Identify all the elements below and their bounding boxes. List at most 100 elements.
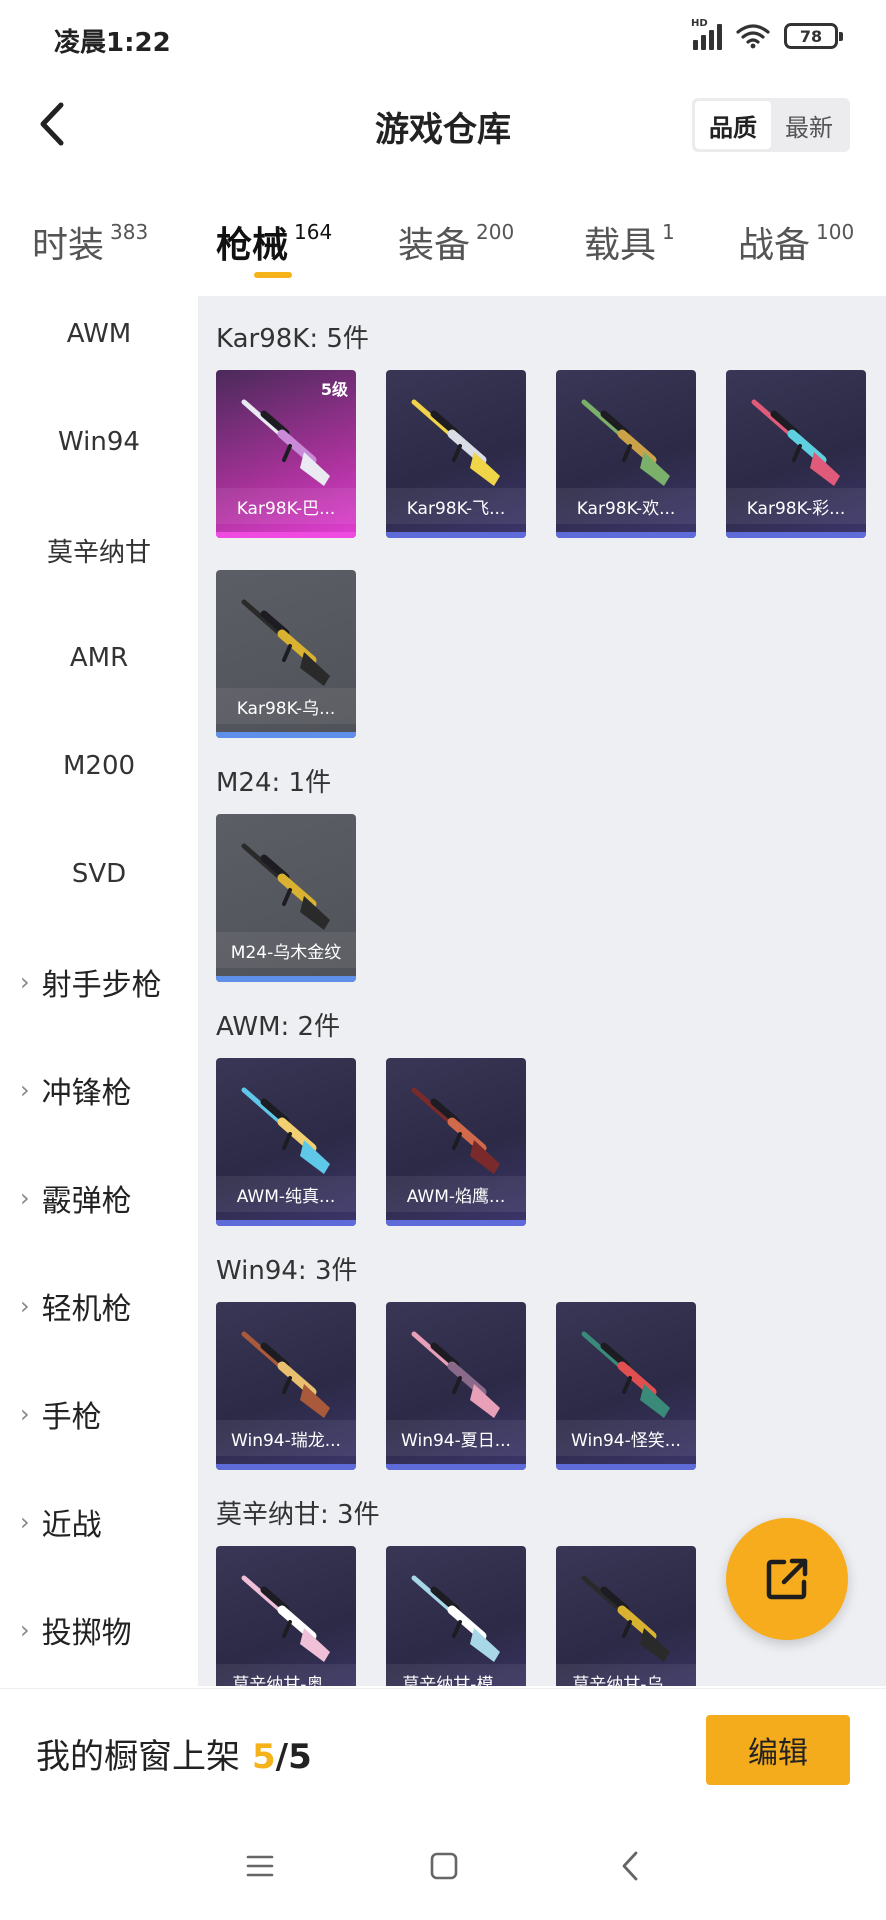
tab-label: 战备 [738, 225, 811, 266]
item-card[interactable]: Win94-瑞龙... [216, 1302, 356, 1470]
item-name: AWM-纯真... [216, 1176, 356, 1212]
rifle-icon [581, 1331, 670, 1418]
sort-toggle: 品质 最新 [692, 98, 850, 152]
sidebar-group-smg[interactable]: › 冲锋枪 [20, 1060, 132, 1120]
item-name: Kar98K-乌... [216, 688, 356, 724]
item-name: Kar98K-飞... [386, 488, 526, 524]
tab-guns[interactable]: 枪械 164 [216, 216, 332, 268]
back-nav-button[interactable] [606, 1842, 654, 1890]
tab-count: 100 [816, 220, 855, 244]
section-title: AWM: 2件 [216, 1012, 341, 1042]
sidebar-group-label: 冲锋枪 [41, 1076, 132, 1111]
rifle-icon [241, 599, 330, 686]
tab-label: 时装 [32, 225, 105, 266]
item-card[interactable]: Kar98K-飞... [386, 370, 526, 538]
weapon-sidebar: AWM Win94 莫辛纳甘 AMR M200 SVD › 射手步枪 › 冲锋枪… [0, 296, 198, 1686]
item-name: Win94-怪笑... [556, 1420, 696, 1456]
tab-label: 装备 [398, 225, 471, 266]
rifle-icon [581, 399, 670, 486]
section-title: M24: 1件 [216, 768, 332, 798]
item-card[interactable]: Kar98K-欢... [556, 370, 696, 538]
tab-fashion[interactable]: 时装 383 [32, 216, 148, 268]
tab-label: 枪械 [216, 225, 289, 266]
rifle-icon [411, 1331, 500, 1418]
sidebar-group-label: 轻机枪 [41, 1292, 132, 1327]
battery-icon: 78 [784, 23, 843, 49]
sidebar-item-awm[interactable]: AWM [0, 304, 198, 364]
status-time: 凌晨1:22 [54, 28, 171, 58]
chevron-right-icon: › [20, 1076, 30, 1104]
item-card[interactable]: AWM-纯真... [216, 1058, 356, 1226]
sidebar-group-label: 射手步枪 [41, 968, 162, 1003]
sidebar-item-m200[interactable]: M200 [0, 736, 198, 796]
item-name: 莫辛纳甘-奥... [216, 1664, 356, 1686]
rifle-icon [411, 1087, 500, 1174]
chevron-right-icon: › [20, 1184, 30, 1212]
item-card[interactable]: Win94-夏日... [386, 1302, 526, 1470]
sidebar-group-label: 手枪 [41, 1400, 102, 1435]
category-tabs: 时装 383 枪械 164 装备 200 载具 1 战备 100 [0, 200, 886, 290]
chevron-right-icon: › [20, 1508, 30, 1536]
sidebar-item-mosin[interactable]: 莫辛纳甘 [0, 520, 198, 580]
item-card[interactable]: Kar98K-乌... [216, 570, 356, 738]
tab-count: 200 [476, 220, 515, 244]
rifle-icon [411, 1575, 500, 1662]
tab-vehicles[interactable]: 载具 1 [584, 216, 675, 268]
sidebar-group-shotgun[interactable]: › 霰弹枪 [20, 1168, 132, 1228]
status-bar: 凌晨1:22 HD 78 [0, 0, 886, 76]
item-card[interactable]: 5级 Kar98K-巴... [216, 370, 356, 538]
sidebar-group-pistol[interactable]: › 手枪 [20, 1384, 102, 1444]
rifle-icon [751, 399, 840, 486]
chevron-right-icon: › [20, 1616, 30, 1644]
tab-supplies[interactable]: 战备 100 [738, 216, 854, 268]
menu-nav-button[interactable] [236, 1842, 284, 1890]
home-square-icon [430, 1852, 458, 1880]
rifle-icon [241, 1331, 330, 1418]
sidebar-group-melee[interactable]: › 近战 [20, 1492, 102, 1552]
tab-count: 164 [294, 220, 333, 244]
item-card[interactable]: 莫辛纳甘-模... [386, 1546, 526, 1686]
share-fab-button[interactable] [726, 1518, 848, 1640]
item-card[interactable]: AWM-焰鹰... [386, 1058, 526, 1226]
rifle-icon [411, 399, 500, 486]
item-name: Win94-瑞龙... [216, 1420, 356, 1456]
rifle-icon [241, 1575, 330, 1662]
sidebar-item-win94[interactable]: Win94 [0, 412, 198, 472]
tab-equipment[interactable]: 装备 200 [398, 216, 514, 268]
sidebar-group-lmg[interactable]: › 轻机枪 [20, 1276, 132, 1336]
home-nav-button[interactable] [420, 1842, 468, 1890]
section-title: Win94: 3件 [216, 1256, 358, 1286]
item-card[interactable]: Win94-怪笑... [556, 1302, 696, 1470]
chevron-right-icon: › [20, 968, 30, 996]
wifi-icon [736, 24, 770, 49]
sort-option-quality[interactable]: 品质 [695, 101, 771, 149]
showcase-count: 5/5 [252, 1737, 312, 1777]
rifle-icon [241, 1087, 330, 1174]
sort-option-newest[interactable]: 最新 [771, 101, 847, 149]
chevron-right-icon: › [20, 1400, 30, 1428]
item-card[interactable]: 莫辛纳甘-奥... [216, 1546, 356, 1686]
item-card[interactable]: Kar98K-彩... [726, 370, 866, 538]
item-name: Kar98K-彩... [726, 488, 866, 524]
section-title: Kar98K: 5件 [216, 324, 369, 354]
item-name: AWM-焰鹰... [386, 1176, 526, 1212]
item-card[interactable]: M24-乌木金纹 [216, 814, 356, 982]
sidebar-item-svd[interactable]: SVD [0, 844, 198, 904]
rifle-icon [581, 1575, 670, 1662]
sidebar-item-amr[interactable]: AMR [0, 628, 198, 688]
share-external-icon [766, 1558, 808, 1600]
item-card[interactable]: 莫辛纳甘-乌... [556, 1546, 696, 1686]
item-grid: Kar98K: 5件 5级 Kar98K-巴... Kar98K-飞... Ka… [198, 296, 886, 1686]
item-name: 莫辛纳甘-模... [386, 1664, 526, 1686]
edit-button[interactable]: 编辑 [706, 1715, 850, 1785]
section-title: 莫辛纳甘: 3件 [216, 1500, 380, 1530]
item-name: Kar98K-欢... [556, 488, 696, 524]
sidebar-group-dmr[interactable]: › 射手步枪 [20, 952, 162, 1012]
tab-count: 383 [110, 220, 149, 244]
network-hd-label: HD [691, 18, 708, 29]
item-name: M24-乌木金纹 [216, 932, 356, 968]
showcase-total: /5 [275, 1737, 312, 1777]
sidebar-group-label: 投掷物 [41, 1616, 132, 1651]
sidebar-group-throwable[interactable]: › 投掷物 [20, 1600, 132, 1660]
cellular-signal-icon: HD [691, 18, 722, 50]
